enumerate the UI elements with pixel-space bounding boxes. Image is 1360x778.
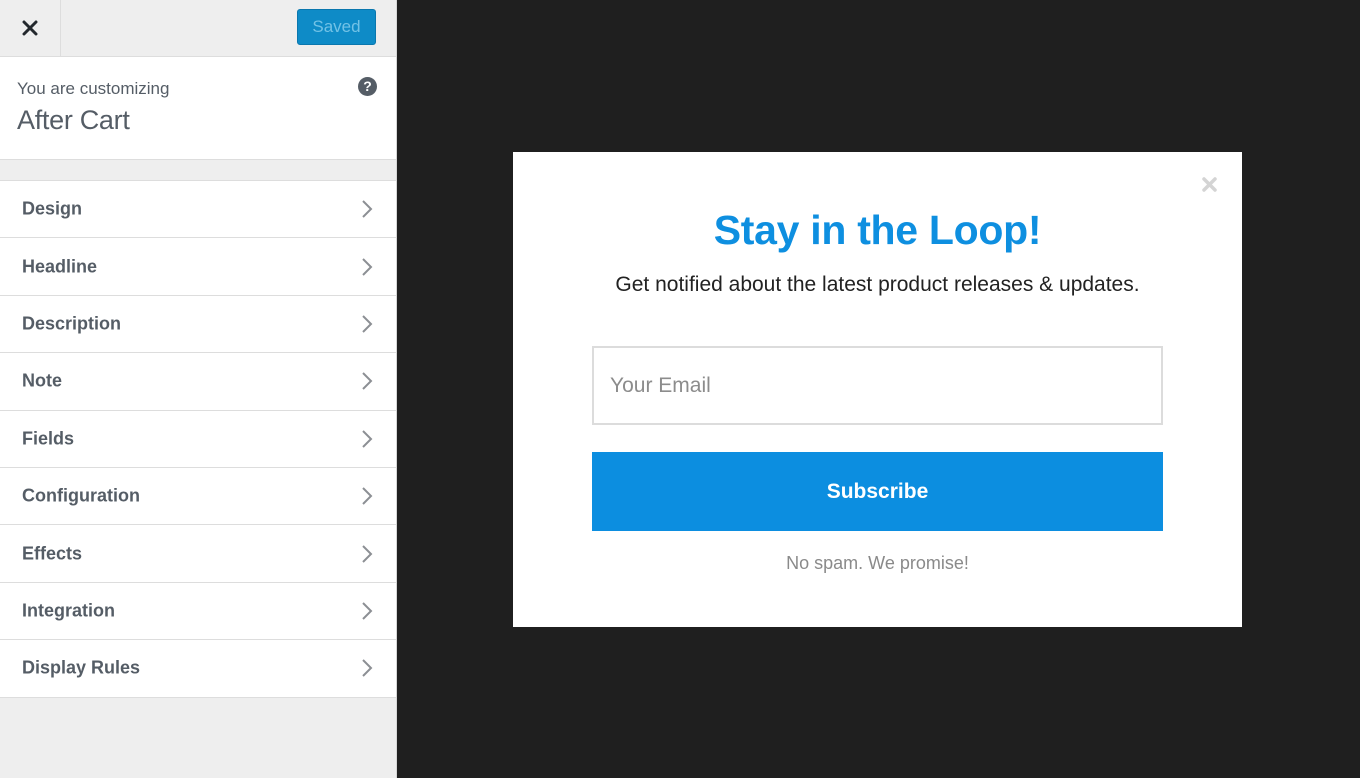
section-item-description[interactable]: Description <box>0 295 396 354</box>
customizing-title: After Cart <box>17 105 130 135</box>
chevron-right-icon <box>362 372 373 391</box>
section-label: Note <box>22 370 62 391</box>
popup-close-icon[interactable] <box>1201 176 1218 193</box>
chevron-right-icon <box>362 315 373 333</box>
popup-headline: Stay in the Loop! <box>713 207 1042 253</box>
chevron-right-icon <box>362 257 373 276</box>
section-label: Headline <box>22 256 98 277</box>
section-label: Display Rules <box>22 657 141 678</box>
chevron-right-icon <box>362 430 373 448</box>
section-label: Effects <box>22 543 83 564</box>
section-label: Description <box>22 313 122 334</box>
section-item-integration[interactable]: Integration <box>0 582 396 641</box>
chevron-right-icon <box>362 544 373 563</box>
section-item-display-rules[interactable]: Display Rules <box>0 640 396 698</box>
help-icon[interactable]: ? <box>358 77 377 96</box>
email-input[interactable] <box>592 346 1163 425</box>
customizing-label: You are customizing <box>17 79 170 98</box>
chevron-right-icon <box>362 602 373 620</box>
section-item-effects[interactable]: Effects <box>0 525 396 583</box>
saved-button[interactable]: Saved <box>297 9 376 45</box>
subscribe-button[interactable]: Subscribe <box>592 452 1163 531</box>
chevron-right-icon <box>362 487 373 505</box>
popup-note: No spam. We promise! <box>786 553 969 573</box>
section-item-configuration[interactable]: Configuration <box>0 467 396 526</box>
section-label: Integration <box>22 600 115 621</box>
section-item-design[interactable]: Design <box>0 181 396 239</box>
popup-description: Get notified about the latest product re… <box>615 273 1140 296</box>
chevron-right-icon <box>362 659 373 678</box>
customizing-info: You are customizing After Cart ? <box>0 57 396 160</box>
customizer-sidebar: Saved You are customizing After Cart ? D… <box>0 0 397 778</box>
optin-popup: Stay in the Loop! Get notified about the… <box>513 152 1242 627</box>
close-icon <box>22 20 38 36</box>
section-label: Design <box>22 198 83 219</box>
section-label: Fields <box>22 428 75 449</box>
section-label: Configuration <box>22 485 140 506</box>
section-item-fields[interactable]: Fields <box>0 410 396 468</box>
chevron-right-icon <box>362 200 373 218</box>
section-item-headline[interactable]: Headline <box>0 238 396 296</box>
section-menu: Design Headline Description Note Fields … <box>0 180 396 698</box>
close-customizer-button[interactable] <box>0 0 61 56</box>
sidebar-header: Saved <box>0 0 396 57</box>
section-item-note[interactable]: Note <box>0 353 396 411</box>
